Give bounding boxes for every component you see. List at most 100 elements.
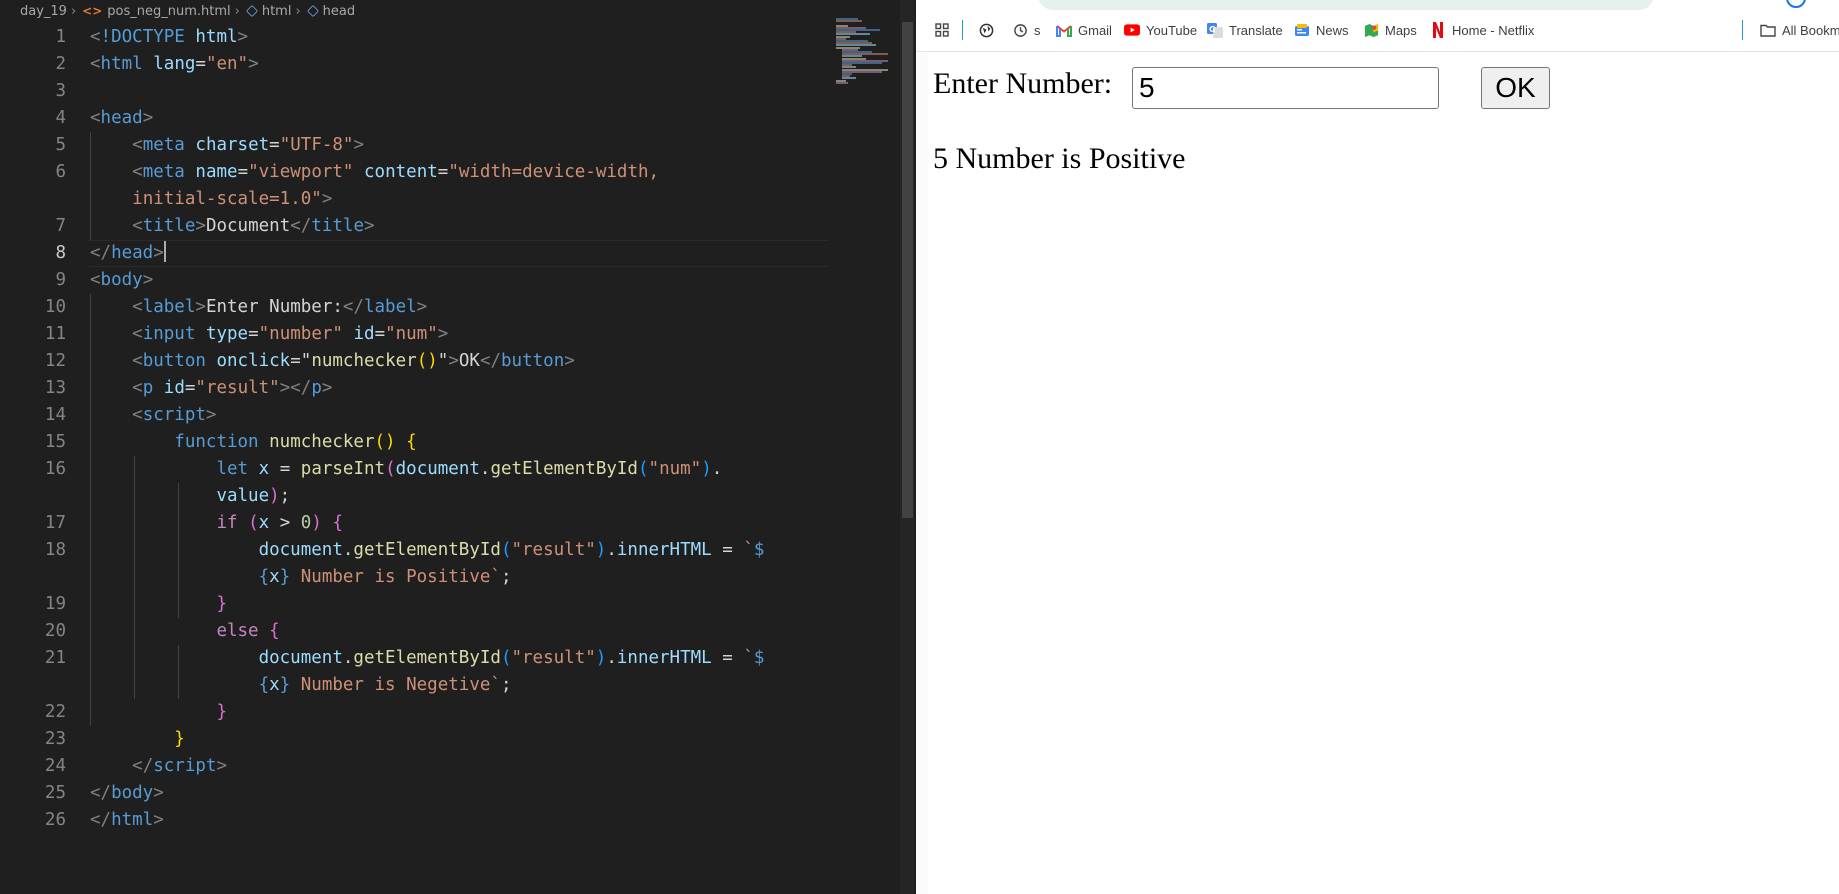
- line-number: 15: [44, 432, 66, 452]
- news-icon: [1294, 22, 1310, 38]
- minimap[interactable]: [836, 18, 900, 88]
- minimap-line: [836, 81, 848, 84]
- code-line[interactable]: <title>Document</title>: [90, 213, 374, 240]
- line-number: 18: [44, 540, 66, 560]
- apps-grid-icon: [934, 22, 950, 38]
- code-line[interactable]: }: [90, 591, 227, 618]
- code-line[interactable]: <label>Enter Number:</label>: [90, 294, 427, 321]
- history-icon: [1012, 22, 1028, 38]
- code-line[interactable]: <meta name="viewport" content="width=dev…: [90, 159, 659, 186]
- bookmarks-bar: s Gmail YouTube G Translate News Maps Ho…: [916, 0, 1839, 52]
- line-number: 20: [44, 621, 66, 641]
- result-text: 5 Number is Positive: [933, 142, 1186, 175]
- folder-icon: [1760, 22, 1776, 38]
- line-number: 2: [55, 54, 66, 74]
- bookmark-maps[interactable]: Maps: [1363, 20, 1417, 40]
- code-line[interactable]: document.getElementById("result").innerH…: [90, 537, 765, 564]
- breadcrumb: day_19 › <> pos_neg_num.html › html › he…: [0, 0, 916, 22]
- code-line[interactable]: <input type="number" id="num">: [90, 321, 448, 348]
- code-line[interactable]: <!DOCTYPE html>: [90, 24, 248, 51]
- toolbar-separator: [962, 20, 963, 40]
- code-line[interactable]: </head>: [90, 240, 166, 267]
- youtube-icon: [1124, 22, 1140, 38]
- code-line[interactable]: function numchecker() {: [90, 429, 416, 456]
- all-bookmarks-button[interactable]: All Bookm: [1760, 20, 1839, 40]
- line-number: 6: [55, 162, 66, 182]
- bookmark-netflix[interactable]: Home - Netflix: [1430, 20, 1534, 40]
- line-number: 11: [44, 324, 66, 344]
- enter-number-label: Enter Number:: [933, 67, 1113, 100]
- profile-avatar[interactable]: [1786, 0, 1806, 8]
- code-line[interactable]: </body>: [90, 780, 164, 807]
- maps-icon: [1363, 22, 1379, 38]
- symbol-element-icon: [306, 5, 319, 17]
- ok-button[interactable]: OK: [1481, 67, 1550, 109]
- line-number: 21: [44, 648, 66, 668]
- code-line[interactable]: initial-scale=1.0">: [90, 186, 332, 213]
- line-number: 17: [44, 513, 66, 533]
- line-number: 3: [55, 81, 66, 101]
- code-line[interactable]: }: [90, 726, 185, 753]
- code-line[interactable]: <button onclick="numchecker()">OK</butto…: [90, 348, 575, 375]
- code-line[interactable]: value);: [90, 483, 290, 510]
- line-number: 23: [44, 729, 66, 749]
- breadcrumb-file[interactable]: pos_neg_num.html: [107, 4, 230, 19]
- line-number: 10: [44, 297, 66, 317]
- bookmark-label: All Bookm: [1782, 22, 1839, 38]
- globe-icon: [978, 22, 994, 38]
- svg-text:G: G: [1209, 25, 1216, 34]
- number-input[interactable]: [1132, 67, 1439, 109]
- bookmark-news[interactable]: News: [1294, 20, 1349, 40]
- page-edge: [916, 53, 928, 894]
- chevron-right-icon: ›: [295, 3, 301, 19]
- code-line[interactable]: <html lang="en">: [90, 51, 259, 78]
- line-number: 25: [44, 783, 66, 803]
- chevron-right-icon: ›: [70, 3, 77, 19]
- code-line[interactable]: <p id="result"></p>: [90, 375, 332, 402]
- code-line[interactable]: }: [90, 699, 227, 726]
- code-line[interactable]: else {: [90, 618, 279, 645]
- netflix-icon: [1430, 22, 1446, 38]
- bookmark-history[interactable]: s: [1012, 20, 1041, 40]
- code-line[interactable]: <meta charset="UTF-8">: [90, 132, 364, 159]
- bookmark-globe[interactable]: [978, 20, 1000, 40]
- apps-button[interactable]: [934, 20, 956, 40]
- line-number: 14: [44, 405, 66, 425]
- bookmark-label: Gmail: [1078, 22, 1112, 38]
- line-number: 22: [44, 702, 66, 722]
- bookmark-label: s: [1034, 22, 1041, 38]
- bookmark-label: Home - Netflix: [1452, 22, 1535, 38]
- toolbar-separator: [1742, 20, 1743, 40]
- bookmark-youtube[interactable]: YouTube: [1124, 20, 1197, 40]
- line-number: 5: [55, 135, 66, 155]
- current-line-highlight: [88, 240, 828, 267]
- code-line[interactable]: let x = parseInt(document.getElementById…: [90, 456, 722, 483]
- code-line[interactable]: document.getElementById("result").innerH…: [90, 645, 765, 672]
- line-number: 13: [44, 378, 66, 398]
- code-line[interactable]: <body>: [90, 267, 153, 294]
- breadcrumb-head[interactable]: head: [323, 4, 355, 19]
- code-line[interactable]: if (x > 0) {: [90, 510, 343, 537]
- line-number: 4: [55, 108, 66, 128]
- web-page: Enter Number: OK 5 Number is Positive: [916, 53, 1839, 894]
- code-line[interactable]: </script>: [90, 753, 227, 780]
- bookmark-label: YouTube: [1146, 22, 1198, 38]
- editor-scrollbar-thumb[interactable]: [902, 22, 913, 518]
- symbol-element-icon: [245, 5, 258, 17]
- line-number: 8: [55, 243, 66, 263]
- html-file-icon: <>: [82, 4, 103, 18]
- code-line[interactable]: {x} Number is Negetive`;: [90, 672, 512, 699]
- breadcrumb-folder[interactable]: day_19: [20, 4, 67, 19]
- breadcrumb-html[interactable]: html: [262, 4, 292, 19]
- gmail-icon: [1056, 22, 1072, 38]
- line-number: 9: [55, 270, 66, 290]
- code-editor[interactable]: day_19 › <> pos_neg_num.html › html › he…: [0, 0, 916, 894]
- bookmark-gmail[interactable]: Gmail: [1056, 20, 1112, 40]
- address-bar[interactable]: [1038, 0, 1654, 10]
- bookmark-translate[interactable]: G Translate: [1207, 20, 1283, 40]
- code-line[interactable]: </html>: [90, 807, 164, 834]
- bookmark-label: News: [1316, 22, 1349, 38]
- code-line[interactable]: <script>: [90, 402, 216, 429]
- code-line[interactable]: {x} Number is Positive`;: [90, 564, 512, 591]
- code-line[interactable]: <head>: [90, 105, 153, 132]
